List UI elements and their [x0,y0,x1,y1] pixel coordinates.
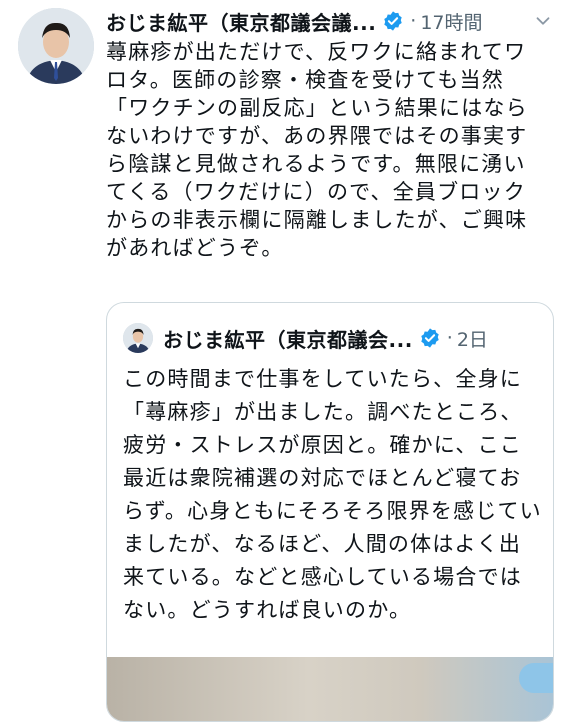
tweet-text: 蕁麻疹が出ただけで、反ワクに絡まれてワロタ。医師の診察・検査を受けても当然「ワク… [106,40,528,260]
quoted-tweet-text: この時間まで仕事をしていたら、全身に「蕁麻疹」が出ました。調べたところ、疲労・ス… [123,367,542,622]
quoted-tweet[interactable]: おじま紘平（東京都議会... · 2日 この時間まで仕事をしていたら、全身に「蕁… [106,302,554,722]
media-corner-element [519,663,553,693]
quoted-tweet-media[interactable] [107,657,553,721]
author-avatar[interactable] [18,8,94,84]
author-name[interactable]: おじま紘平（東京都議会議... [106,7,376,36]
meta-separator: · [410,10,417,32]
quoted-tweet-header: おじま紘平（東京都議会... · 2日 [123,321,543,355]
quoted-meta-separator: · [446,327,453,349]
more-options-icon[interactable] [530,6,556,36]
avatar-photo [18,8,94,84]
quoted-tweet-timestamp: 2日 [456,328,488,351]
tweet-timestamp[interactable]: 17時間 [420,8,482,35]
tweet-header: おじま紘平（東京都議会議... · 17時間 [106,6,562,36]
quoted-author-name: おじま紘平（東京都議会... [163,327,413,352]
verified-badge-icon [421,328,439,348]
quoted-author-avatar [123,323,153,353]
verified-badge-icon [384,11,403,31]
